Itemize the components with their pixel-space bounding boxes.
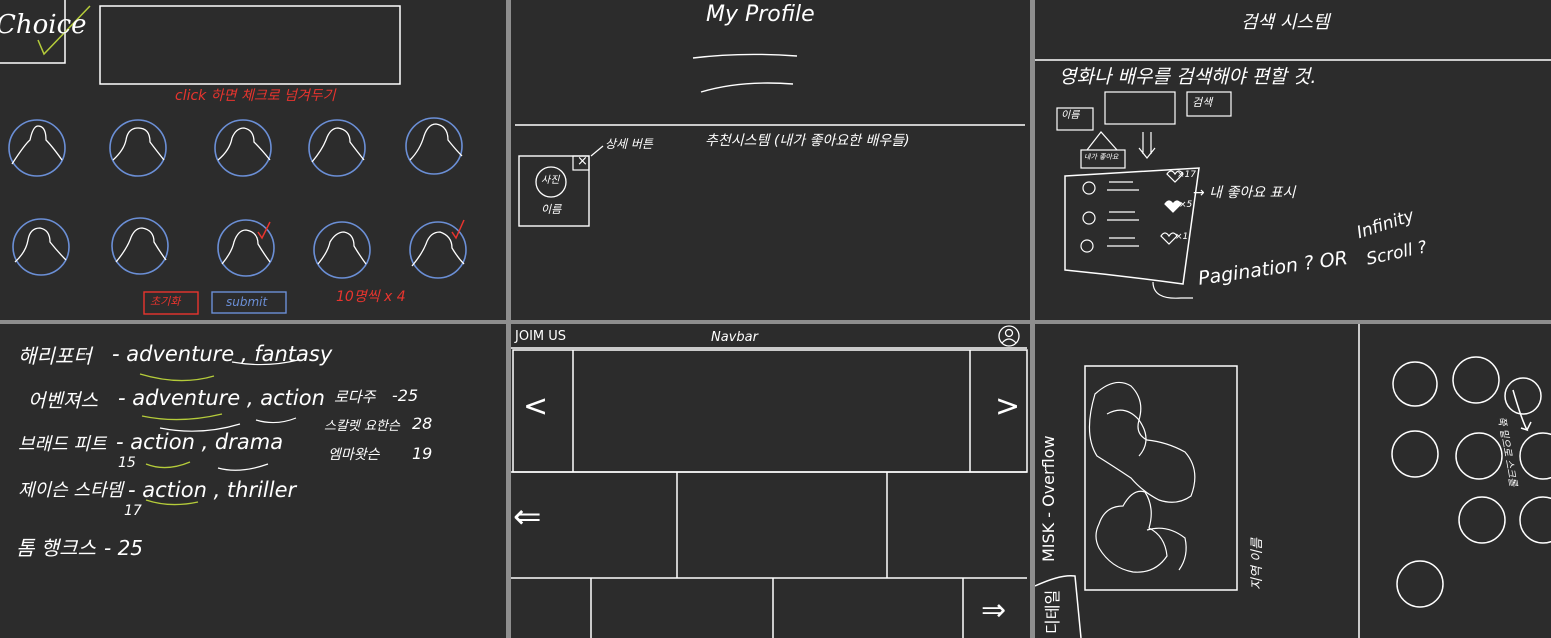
next-arrow-icon[interactable]: > — [995, 392, 1020, 422]
movie-thumbnails — [1391, 356, 1551, 608]
row-title: 제이슨 스타뎀 — [18, 480, 124, 501]
poster-frame — [1084, 365, 1238, 591]
count-note: 10명씩 x 4 — [336, 289, 406, 305]
row-title: 브래드 피트 — [18, 434, 107, 455]
stat-label: 엠마왓슨 — [328, 447, 380, 463]
reset-button[interactable]: 초기화 — [150, 296, 180, 307]
search-note: 영화나 배우를 검색해야 편할 것. — [1059, 66, 1317, 88]
hero-slider[interactable] — [512, 349, 1028, 473]
row-genres: - adventure , action — [118, 386, 325, 410]
stat-label: 스칼렛 요한슨 — [324, 419, 400, 434]
row-genres: - action , thriller — [128, 478, 297, 502]
result-list — [1080, 181, 1139, 253]
stat-value: -25 — [392, 386, 419, 405]
actor-avatars — [8, 117, 467, 279]
poster-figures — [1088, 381, 1196, 573]
stat-value: 19 — [412, 444, 433, 463]
recommend-note: 추천시스템 (내가 좋아요한 배우들) — [705, 133, 910, 149]
back-arrow-icon[interactable]: ⇐ — [513, 500, 542, 534]
like-count-2: ×5 — [1179, 200, 1193, 210]
photo-label: 사진 — [541, 175, 560, 186]
user-icon[interactable] — [998, 325, 1020, 347]
detail-tab[interactable]: 디테일 — [1043, 590, 1062, 634]
close-icon[interactable]: × — [577, 155, 588, 168]
navbar-label: Navbar — [711, 330, 758, 345]
join-link[interactable]: JOIM US — [515, 330, 566, 343]
search-button[interactable]: 검색 — [1192, 97, 1212, 108]
panel-profile: My Profile 상세 버튼 추천시스템 (내가 좋아요한 배우들) 사진 … — [511, 0, 1030, 320]
panel-detail: MISK - Overflow 디테일 지역 이름 쭉 밑으로 스크롤 — [1035, 324, 1551, 638]
forward-arrow-icon[interactable]: ⇒ — [981, 596, 1006, 626]
search-title: 검색 시스템 — [1241, 12, 1330, 33]
choice-label: Choice — [0, 10, 87, 40]
like-count-3: ×1 — [1175, 232, 1189, 242]
detail-note: 상세 버튼 — [605, 137, 653, 151]
like-count-1: ×17 — [1177, 170, 1196, 180]
choice-sketch — [0, 0, 467, 315]
navbar-wireframe — [511, 325, 1028, 638]
stat-value: 28 — [412, 414, 433, 433]
profile-sketch — [515, 53, 1025, 227]
panel-genres: 해리포터 - adventure , fantasy 어벤져스 - advent… — [0, 324, 506, 638]
prev-arrow-icon[interactable]: < — [523, 392, 548, 422]
region-note: 지역 이름 — [1250, 538, 1265, 590]
panel-search: 검색 시스템 영화나 배우를 검색해야 편할 것. 이름 검색 내가 좋아요 ×… — [1035, 0, 1551, 320]
row-sub: 17 — [124, 503, 142, 519]
name-select-label: 이름 — [1061, 110, 1080, 121]
search-input[interactable] — [1104, 91, 1176, 125]
row-genres: - adventure , fantasy — [112, 342, 333, 366]
overflow-title: MISK - Overflow — [1039, 435, 1058, 562]
row-genres: - action , drama — [116, 430, 284, 454]
input-box[interactable] — [99, 5, 401, 85]
panel-navbar: JOIM US Navbar < > ⇐ ⇒ — [511, 324, 1030, 638]
stat-label: 로다주 — [334, 388, 376, 406]
row-genres: - 25 — [104, 536, 144, 560]
panel-choice: Choice click 하면 체크로 넘겨두기 초기화 submit 10명씩… — [0, 0, 506, 320]
sort-label: 내가 좋아요 — [1084, 153, 1119, 161]
click-note: click 하면 체크로 넘겨두기 — [175, 88, 336, 104]
row-title: 해리포터 — [18, 344, 92, 368]
row-title: 어벤져스 — [28, 390, 98, 412]
profile-title: My Profile — [706, 2, 815, 27]
row-title: 톰 행크스 — [16, 536, 96, 560]
row-sub: 15 — [118, 455, 136, 471]
detail-sketch — [1035, 324, 1551, 638]
like-note: → 내 좋아요 표시 — [1193, 185, 1296, 201]
submit-button[interactable]: submit — [226, 296, 267, 308]
name-label: 이름 — [541, 203, 562, 216]
